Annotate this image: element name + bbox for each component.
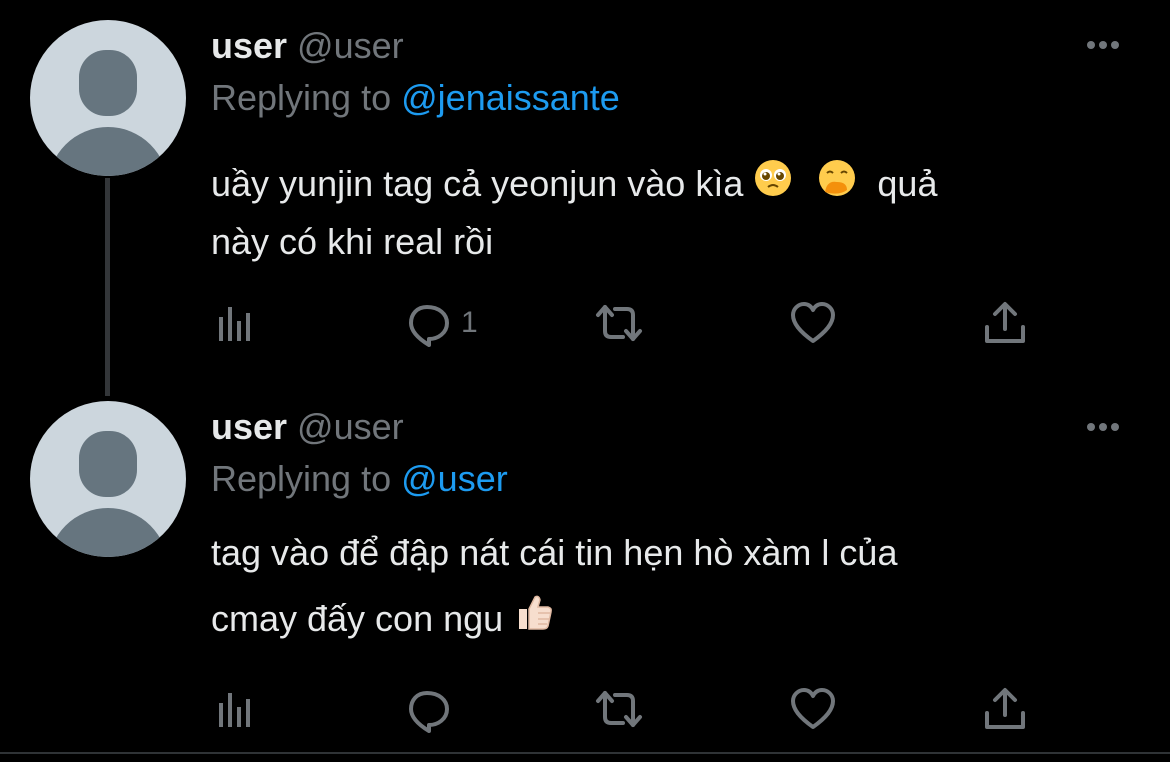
avatar-head xyxy=(79,50,137,116)
analytics-button[interactable] xyxy=(211,298,259,348)
tweet-actions xyxy=(211,684,1071,734)
replying-prefix: Replying to xyxy=(211,458,392,499)
replying-to-line: Replying to @user xyxy=(211,457,508,501)
tweet-text-line-2: này có khi real rồi xyxy=(211,221,494,263)
display-name[interactable]: user xyxy=(211,25,287,66)
retweet-icon xyxy=(596,305,642,341)
like-button[interactable] xyxy=(789,684,837,734)
tweet-text-line-1: uầy yunjin tag cả yeonjun vào kìa xyxy=(211,163,744,204)
share-icon xyxy=(985,302,1025,343)
reply-mention-link[interactable]: @user xyxy=(401,458,508,499)
tweet-header: user @user xyxy=(211,24,404,68)
more-icon[interactable] xyxy=(1087,423,1127,433)
user-handle[interactable]: @user xyxy=(297,406,404,447)
thumbs-up-light-skin-emoji xyxy=(513,588,555,654)
tweet-text-line-1: tag vào để đập nát cái tin hẹn hò xàm l … xyxy=(211,532,898,573)
tweet-text: tag vào để đập nát cái tin hẹn hò xàm l … xyxy=(211,520,1091,654)
retweet-button[interactable] xyxy=(595,298,643,348)
retweet-button[interactable] xyxy=(595,684,643,734)
tweet-1: user @user Replying to @jenaissante uầy y… xyxy=(0,0,1170,380)
retweet-icon xyxy=(596,691,642,727)
avatar-head xyxy=(79,431,137,497)
reply-button[interactable] xyxy=(405,684,461,734)
avatar[interactable] xyxy=(30,20,186,176)
like-button[interactable] xyxy=(789,298,837,348)
tweet-text-line-2: cmay đấy con ngu xyxy=(211,598,504,639)
analytics-icon xyxy=(219,307,250,341)
display-name[interactable]: user xyxy=(211,406,287,447)
replying-to-line: Replying to @jenaissante xyxy=(211,76,620,120)
replying-prefix: Replying to xyxy=(211,77,392,118)
tweet-actions: 1 xyxy=(211,298,1071,348)
tweet-text: uầy yunjin tag cả yeonjun vào kìa quả nà… xyxy=(211,156,1091,270)
reply-button[interactable]: 1 xyxy=(405,298,478,348)
avatar-body xyxy=(48,508,168,557)
like-icon xyxy=(791,688,835,729)
analytics-icon xyxy=(219,693,250,727)
like-icon xyxy=(791,302,835,343)
reply-icon xyxy=(409,691,449,733)
share-button[interactable] xyxy=(981,298,1029,348)
face-with-hand-over-mouth-emoji xyxy=(817,158,857,214)
avatar[interactable] xyxy=(30,401,186,557)
bottom-divider xyxy=(0,752,1170,754)
tweet-header: user @user xyxy=(211,405,404,449)
pleading-face-emoji xyxy=(753,158,793,214)
user-handle[interactable]: @user xyxy=(297,25,404,66)
reply-count: 1 xyxy=(461,306,478,339)
more-icon[interactable] xyxy=(1087,41,1127,51)
tweet-2: user @user Replying to @user tag vào để đ… xyxy=(0,380,1170,752)
reply-icon xyxy=(409,305,449,347)
avatar-body xyxy=(48,127,168,176)
share-icon xyxy=(985,688,1025,729)
share-button[interactable] xyxy=(981,684,1029,734)
analytics-button[interactable] xyxy=(211,684,259,734)
tweet-text-line-1-end: quả xyxy=(877,163,938,204)
reply-mention-link[interactable]: @jenaissante xyxy=(401,77,620,118)
